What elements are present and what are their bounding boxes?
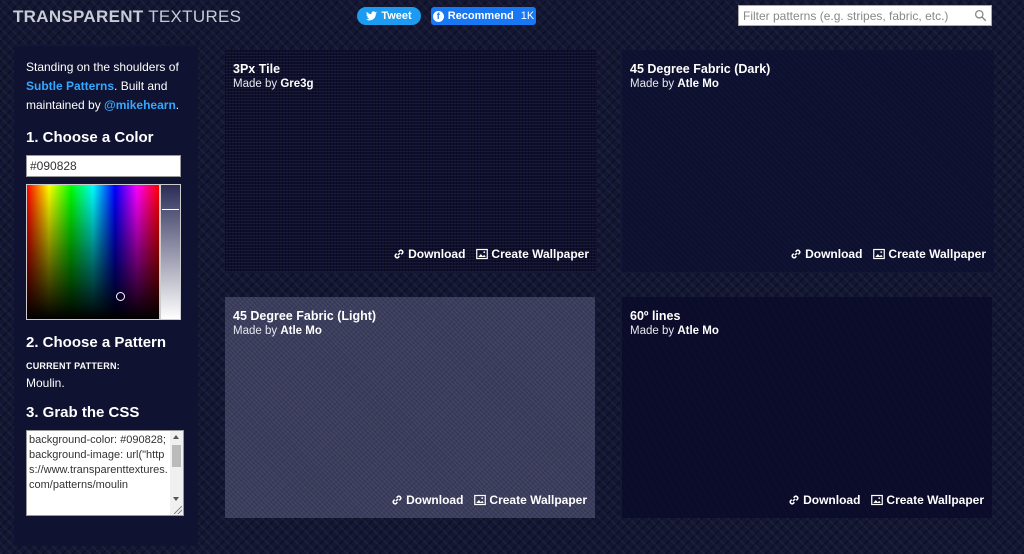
- tweet-button[interactable]: Tweet: [357, 7, 421, 25]
- search-input[interactable]: [739, 6, 991, 25]
- css-output-textarea[interactable]: background-color: #090828; background-im…: [26, 430, 184, 516]
- made-by-label: Made by: [630, 325, 675, 337]
- recommend-count: 1K: [520, 10, 535, 22]
- pattern-author: Made by Atle Mo: [630, 78, 986, 90]
- wallpaper-label: Create Wallpaper: [888, 247, 986, 261]
- link-icon: [789, 495, 799, 505]
- download-label: Download: [805, 247, 863, 261]
- subtle-patterns-link[interactable]: Subtle Patterns: [26, 79, 114, 93]
- pattern-actions: Download Create Wallpaper: [391, 493, 587, 507]
- mikehearn-link[interactable]: @mikehearn: [104, 98, 176, 112]
- sidebar: Standing on the shoulders of Subtle Patt…: [14, 46, 198, 546]
- download-label: Download: [408, 247, 466, 261]
- image-icon: [873, 248, 886, 260]
- pattern-card[interactable]: 45 Degree Fabric (Dark) Made by Atle Mo …: [622, 50, 994, 272]
- author-name[interactable]: Gre3g: [280, 78, 313, 90]
- step-1-title: 1. Choose a Color: [26, 129, 154, 146]
- color-picker-cursor[interactable]: [116, 292, 125, 301]
- color-saturation-area[interactable]: [26, 184, 160, 320]
- pattern-title: 45 Degree Fabric (Light): [233, 309, 377, 323]
- step-3-title: 3. Grab the CSS: [26, 404, 140, 421]
- pattern-author: Made by Atle Mo: [630, 325, 984, 337]
- image-icon: [476, 248, 489, 260]
- pattern-title: 45 Degree Fabric (Dark): [630, 62, 771, 76]
- made-by-label: Made by: [233, 78, 278, 90]
- pattern-actions: Download Create Wallpaper: [788, 493, 984, 507]
- intro-text-part: Standing on the shoulders of: [26, 60, 179, 74]
- search-box: [738, 5, 992, 26]
- download-button[interactable]: Download: [788, 493, 860, 507]
- download-button[interactable]: Download: [393, 247, 465, 261]
- header: TRANSPARENT TEXTURES Tweet f Recommend 1…: [0, 0, 1024, 34]
- download-label: Download: [406, 493, 464, 507]
- scroll-thumb[interactable]: [172, 445, 181, 467]
- facebook-recommend-button[interactable]: f Recommend 1K: [431, 7, 536, 25]
- step-2-title: 2. Choose a Pattern: [26, 334, 167, 351]
- image-icon: [871, 494, 884, 506]
- create-wallpaper-button[interactable]: Create Wallpaper: [474, 493, 587, 507]
- author-name[interactable]: Atle Mo: [677, 325, 719, 337]
- color-picker: [26, 184, 181, 320]
- intro-text: Standing on the shoulders of Subtle Patt…: [26, 58, 186, 115]
- image-icon: [474, 494, 487, 506]
- download-button[interactable]: Download: [790, 247, 862, 261]
- pattern-author: Made by Gre3g: [233, 78, 589, 90]
- twitter-bird-icon: [366, 11, 378, 21]
- site-logo[interactable]: TRANSPARENT TEXTURES: [13, 7, 241, 27]
- author-name[interactable]: Atle Mo: [677, 78, 719, 90]
- create-wallpaper-button[interactable]: Create Wallpaper: [873, 247, 986, 261]
- logo-light-text: TEXTURES: [148, 7, 242, 26]
- pattern-title: 60º lines: [630, 309, 681, 323]
- create-wallpaper-button[interactable]: Create Wallpaper: [476, 247, 589, 261]
- resize-grip-icon[interactable]: [174, 506, 182, 514]
- facebook-icon: f: [432, 10, 444, 22]
- scroll-up-arrow-icon[interactable]: [173, 435, 179, 439]
- wallpaper-label: Create Wallpaper: [886, 493, 984, 507]
- color-hex-input[interactable]: [26, 155, 181, 177]
- brightness-slider[interactable]: [160, 184, 181, 320]
- link-icon: [791, 249, 801, 259]
- pattern-card[interactable]: 60º lines Made by Atle Mo Download Creat…: [622, 297, 992, 518]
- author-name[interactable]: Atle Mo: [280, 325, 322, 337]
- download-label: Download: [803, 493, 861, 507]
- pattern-author: Made by Atle Mo: [233, 325, 587, 337]
- scroll-down-arrow-icon[interactable]: [173, 497, 179, 501]
- pattern-actions: Download Create Wallpaper: [790, 247, 986, 261]
- search-icon[interactable]: [974, 9, 987, 22]
- wallpaper-label: Create Wallpaper: [489, 493, 587, 507]
- logo-bold-text: TRANSPARENT: [13, 7, 144, 26]
- create-wallpaper-button[interactable]: Create Wallpaper: [871, 493, 984, 507]
- pattern-card[interactable]: 3Px Tile Made by Gre3g Download Create W…: [225, 50, 597, 272]
- pattern-actions: Download Create Wallpaper: [393, 247, 589, 261]
- brightness-slider-handle[interactable]: [162, 209, 179, 210]
- tweet-label: Tweet: [381, 10, 412, 22]
- css-scrollbar[interactable]: [170, 431, 183, 515]
- intro-text-part: .: [175, 98, 180, 112]
- current-pattern-value: Moulin.: [26, 376, 65, 390]
- link-icon: [392, 495, 402, 505]
- made-by-label: Made by: [233, 325, 278, 337]
- wallpaper-label: Create Wallpaper: [491, 247, 589, 261]
- made-by-label: Made by: [630, 78, 675, 90]
- recommend-label: Recommend: [447, 10, 514, 22]
- css-output-text: background-color: #090828; background-im…: [29, 434, 168, 491]
- pattern-card[interactable]: 45 Degree Fabric (Light) Made by Atle Mo…: [225, 297, 595, 518]
- current-pattern-label: CURRENT PATTERN:: [26, 361, 120, 371]
- download-button[interactable]: Download: [391, 493, 463, 507]
- pattern-title: 3Px Tile: [233, 62, 281, 76]
- link-icon: [394, 249, 404, 259]
